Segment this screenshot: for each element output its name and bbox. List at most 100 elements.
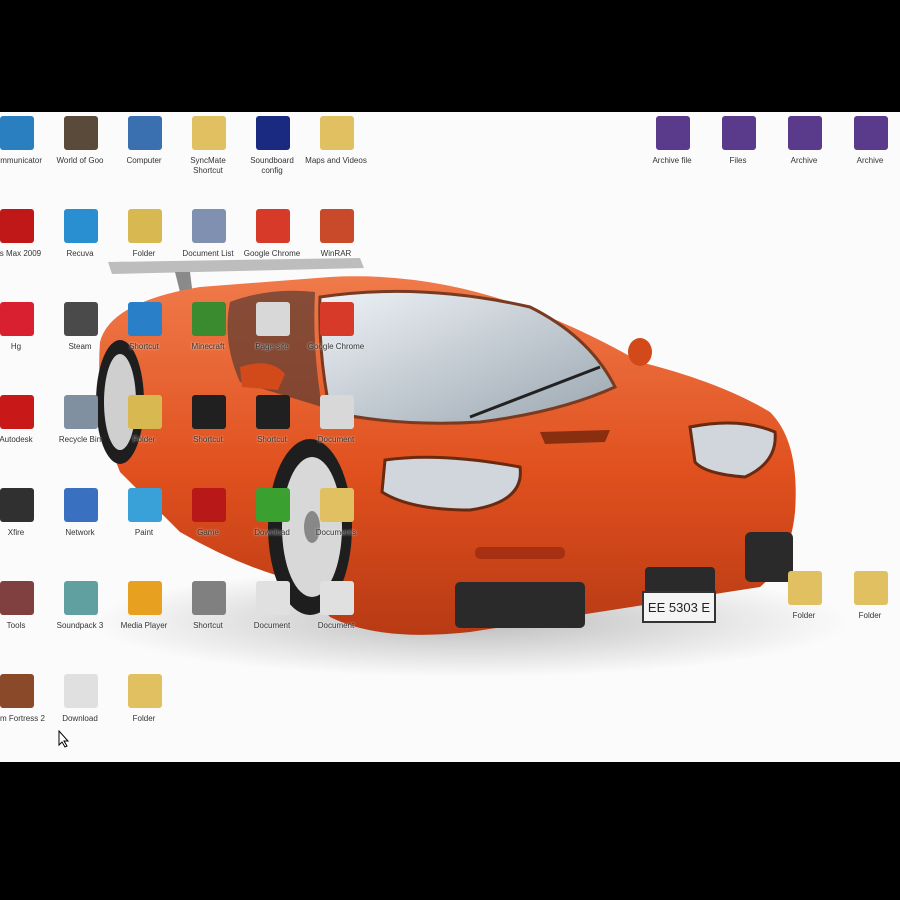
desktop-icon[interactable]: Tools <box>0 577 48 667</box>
desktop-icon[interactable]: Google Chrome <box>240 205 304 295</box>
desktop-icon[interactable]: Recuva <box>48 205 112 295</box>
list-icon <box>192 209 226 243</box>
game-icon <box>64 116 98 150</box>
desktop-icon[interactable]: Team Fortress 2 <box>0 670 48 760</box>
desktop-icon-label: Download <box>62 714 98 723</box>
desktop-icon[interactable]: Folder <box>838 567 900 657</box>
document-icon <box>64 674 98 708</box>
desktop-icon[interactable]: Steam <box>48 298 112 388</box>
desktop-icon[interactable]: Shortcut <box>112 298 176 388</box>
folder-icon <box>320 116 354 150</box>
desktop-icon[interactable]: Document <box>304 577 368 667</box>
desktop-icon[interactable]: Folder <box>112 391 176 481</box>
desktop-icon[interactable]: Download <box>240 484 304 574</box>
desktop-icon[interactable]: Document List <box>176 205 240 295</box>
document-icon <box>256 581 290 615</box>
desktop-icon[interactable]: Archive <box>772 112 836 202</box>
desktop-icon[interactable]: Folder <box>772 567 836 657</box>
desktop-icon[interactable]: Autodesk <box>0 391 48 481</box>
desktop-icon-label: Recycle Bin <box>58 435 102 444</box>
desktop-icon-label: Archive <box>790 156 818 165</box>
desktop-icon-label: Steam <box>68 342 92 351</box>
folder-icon <box>128 209 162 243</box>
desktop-icon-label: Shortcut <box>257 435 287 444</box>
desktop-icon-label: Page site <box>255 342 289 351</box>
desktop-icon[interactable]: Hg <box>0 298 48 388</box>
desktop-icon[interactable]: 3ds Max 2009 <box>0 205 48 295</box>
desktop-icon-label: Shortcut <box>193 621 223 630</box>
desktop-icon[interactable]: Game <box>176 484 240 574</box>
desktop-icon[interactable]: Folder <box>112 670 176 760</box>
desktop-icon[interactable]: Shortcut <box>176 391 240 481</box>
desktop-icon-label: Communicator <box>0 156 42 165</box>
desktop-icon-label: Download <box>254 528 290 537</box>
chrome-icon <box>320 302 354 336</box>
desktop-icon[interactable]: Folder <box>112 205 176 295</box>
app-icon <box>0 395 34 429</box>
desktop-icon[interactable]: Media Player <box>112 577 176 667</box>
desktop-icon-label: Media Player <box>120 621 168 630</box>
desktop-icon-label: Document List <box>182 249 234 258</box>
desktop-icon[interactable]: Maps and Videos <box>304 112 368 202</box>
desktop-icon-label: Computer <box>126 156 162 165</box>
desktop-icon[interactable]: Google Chrome <box>304 298 368 388</box>
shortcut-icon <box>192 581 226 615</box>
desktop-icon[interactable]: Page site <box>240 298 304 388</box>
desktop-icon[interactable]: Paint <box>112 484 176 574</box>
desktop-icon[interactable]: Computer <box>112 112 176 202</box>
desktop-icon[interactable]: Archive file <box>640 112 704 202</box>
desktop-icon-label: Google Chrome <box>243 249 301 258</box>
desktop-icon-label: Archive file <box>652 156 692 165</box>
desktop-icon[interactable]: Document <box>240 577 304 667</box>
archive-icon <box>722 116 756 150</box>
app-icon <box>0 488 34 522</box>
desktop-icon[interactable]: Files <box>706 112 770 202</box>
desktop[interactable]: EE 5303 E Communicator World of Goo Comput… <box>0 112 900 762</box>
desktop-icon[interactable]: Recycle Bin <box>48 391 112 481</box>
desktop-icon[interactable]: WinRAR <box>304 205 368 295</box>
desktop-icon-label: Archive <box>856 156 884 165</box>
folder-icon <box>192 116 226 150</box>
desktop-icon-label: Document <box>253 621 291 630</box>
tools-icon <box>0 581 34 615</box>
desktop-icon-label: Hg <box>10 342 22 351</box>
desktop-icon[interactable]: SyncMate Shortcut <box>176 112 240 202</box>
desktop-icon-label: Shortcut <box>129 342 159 351</box>
desktop-icon-label: Autodesk <box>0 435 33 444</box>
folder-icon <box>788 571 822 605</box>
download-icon <box>256 488 290 522</box>
desktop-icon-label: Soundboard config <box>250 156 294 175</box>
desktop-icon[interactable]: Shortcut <box>176 577 240 667</box>
desktop-icon-label: Team Fortress 2 <box>0 714 45 723</box>
desktop-icon[interactable]: Archive <box>838 112 900 202</box>
app-icon <box>128 302 162 336</box>
app-icon <box>192 395 226 429</box>
desktop-icon-label: Xfire <box>7 528 25 537</box>
paint-icon <box>128 488 162 522</box>
desktop-icon[interactable]: Soundpack 3 <box>48 577 112 667</box>
desktop-icon[interactable]: Communicator <box>0 112 48 202</box>
chrome-icon <box>256 209 290 243</box>
archive-icon <box>320 209 354 243</box>
computer-icon <box>128 116 162 150</box>
desktop-icon[interactable]: Document <box>304 391 368 481</box>
desktop-icon-label: Document <box>317 435 355 444</box>
document-icon <box>320 395 354 429</box>
desktop-icon[interactable]: World of Goo <box>48 112 112 202</box>
desktop-icon[interactable]: Soundboard config <box>240 112 304 202</box>
desktop-icon-label: Folder <box>792 611 816 620</box>
desktop-icon[interactable]: Documents <box>304 484 368 574</box>
app-icon <box>256 395 290 429</box>
desktop-icon-label: Game <box>197 528 219 537</box>
globe-icon <box>0 116 34 150</box>
desktop-icon[interactable]: Xfire <box>0 484 48 574</box>
folder-icon <box>128 674 162 708</box>
folder-icon <box>128 395 162 429</box>
desktop-icon-label: Folder <box>132 714 156 723</box>
desktop-icon[interactable]: Shortcut <box>240 391 304 481</box>
mouse-cursor-icon <box>58 730 70 748</box>
document-icon <box>256 302 290 336</box>
desktop-icon[interactable]: Network <box>48 484 112 574</box>
desktop-icon[interactable]: Minecraft <box>176 298 240 388</box>
game-icon <box>0 674 34 708</box>
